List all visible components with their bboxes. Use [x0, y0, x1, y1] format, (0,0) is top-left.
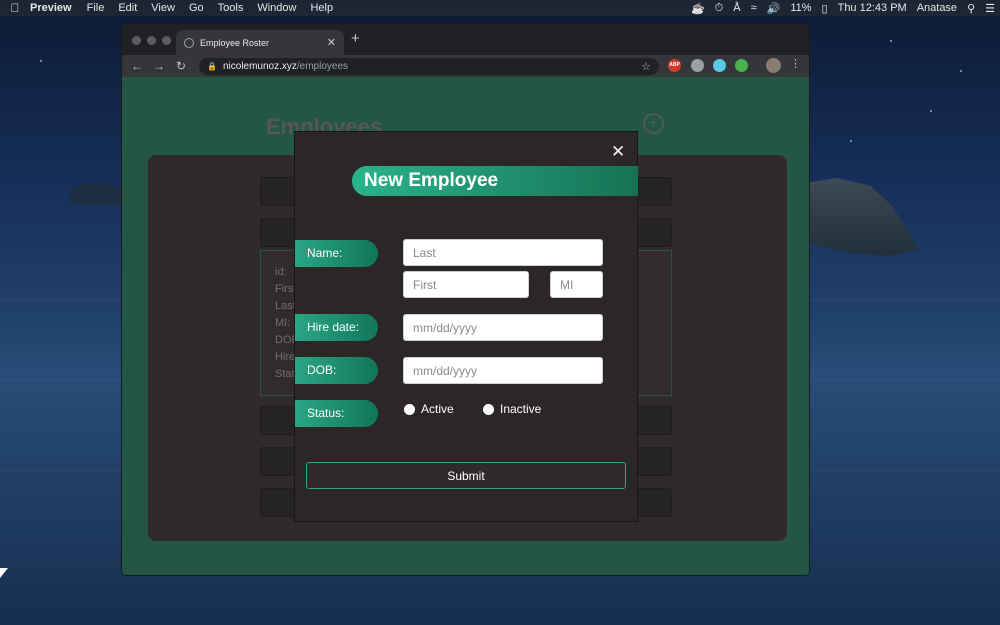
new-tab-icon[interactable]: +	[351, 30, 360, 47]
bluetooth-icon[interactable]: Å	[728, 2, 745, 14]
dob-label: DOB:	[295, 357, 378, 384]
menu-edit[interactable]: Edit	[111, 2, 144, 14]
hire-date-field[interactable]	[403, 314, 603, 341]
clock[interactable]: Thu 12:43 PM	[833, 2, 912, 14]
browser-toolbar: ← → ↻ 🔒 nicolemunoz.xyz /employees ☆ ABP…	[122, 55, 809, 77]
last-name-field[interactable]	[403, 239, 603, 266]
drive-extension-icon[interactable]	[691, 59, 704, 72]
first-name-field[interactable]	[403, 271, 529, 298]
status-inactive-option[interactable]: Inactive	[483, 402, 541, 416]
time-machine-icon[interactable]: ⏱	[710, 2, 729, 15]
status-active-option[interactable]: Active	[404, 402, 454, 416]
window-controls	[132, 36, 171, 45]
close-window-button[interactable]	[132, 36, 141, 45]
mouse-cursor-icon	[0, 568, 8, 578]
adblock-extension-icon[interactable]: ABP	[668, 59, 681, 72]
lock-icon: 🔒	[207, 62, 217, 71]
apple-menu-icon[interactable]: 	[0, 1, 30, 15]
tab-strip: Employee Roster ✕ +	[122, 24, 809, 55]
globe-icon	[184, 37, 194, 48]
forward-arrow-icon[interactable]: →	[148, 59, 170, 73]
address-bar[interactable]: 🔒 nicolemunoz.xyz /employees ☆	[199, 58, 659, 75]
react-devtools-icon[interactable]	[713, 59, 726, 72]
island-right	[808, 178, 920, 257]
browser-menu-icon[interactable]: ⋮	[790, 57, 801, 70]
name-label: Name:	[295, 240, 378, 267]
hire-date-label: Hire date:	[295, 314, 378, 341]
zoom-window-button[interactable]	[162, 36, 171, 45]
spotlight-search-icon[interactable]: ⚲	[962, 2, 980, 15]
url-path: /employees	[296, 61, 349, 72]
reload-icon[interactable]: ↻	[170, 59, 192, 73]
new-employee-modal: ✕ New Employee Name: Hire date: DOB: Sta…	[294, 131, 638, 522]
back-arrow-icon[interactable]: ←	[126, 59, 148, 73]
user-name[interactable]: Anatase	[912, 2, 962, 14]
middle-initial-field[interactable]	[550, 271, 603, 298]
coffee-cup-icon[interactable]: ☕	[686, 2, 710, 15]
notification-center-icon[interactable]: ☰	[980, 2, 1000, 15]
wifi-icon[interactable]: ≈	[746, 2, 762, 14]
minimize-window-button[interactable]	[147, 36, 156, 45]
url-domain: nicolemunoz.xyz	[222, 61, 297, 72]
active-radio[interactable]	[404, 403, 415, 415]
profile-avatar[interactable]	[766, 58, 781, 73]
battery-icon[interactable]: ▯	[817, 2, 833, 15]
battery-percent[interactable]: 11%	[785, 2, 816, 14]
close-tab-icon[interactable]: ✕	[327, 36, 336, 49]
menu-tools[interactable]: Tools	[211, 2, 251, 14]
app-name-menu[interactable]: Preview	[30, 2, 80, 14]
inactive-radio[interactable]	[483, 403, 494, 415]
menu-window[interactable]: Window	[250, 2, 303, 14]
volume-icon[interactable]: 🔊	[762, 2, 786, 15]
modal-title: New Employee	[352, 166, 638, 196]
menu-file[interactable]: File	[80, 2, 112, 14]
inactive-radio-label: Inactive	[500, 402, 542, 416]
active-radio-label: Active	[421, 402, 454, 416]
extension-green-icon[interactable]	[735, 59, 748, 72]
status-label: Status:	[295, 400, 378, 427]
menu-help[interactable]: Help	[303, 2, 340, 14]
bookmark-star-icon[interactable]: ☆	[641, 60, 651, 73]
dob-field[interactable]	[403, 357, 603, 384]
menu-view[interactable]: View	[144, 2, 182, 14]
tab-title: Employee Roster	[200, 37, 270, 48]
browser-tab[interactable]: Employee Roster ✕	[176, 30, 344, 55]
submit-button[interactable]: Submit	[306, 462, 626, 489]
close-icon[interactable]: ✕	[611, 142, 625, 162]
menu-go[interactable]: Go	[182, 2, 211, 14]
menu-bar:  Preview File Edit View Go Tools Window…	[0, 0, 1000, 16]
